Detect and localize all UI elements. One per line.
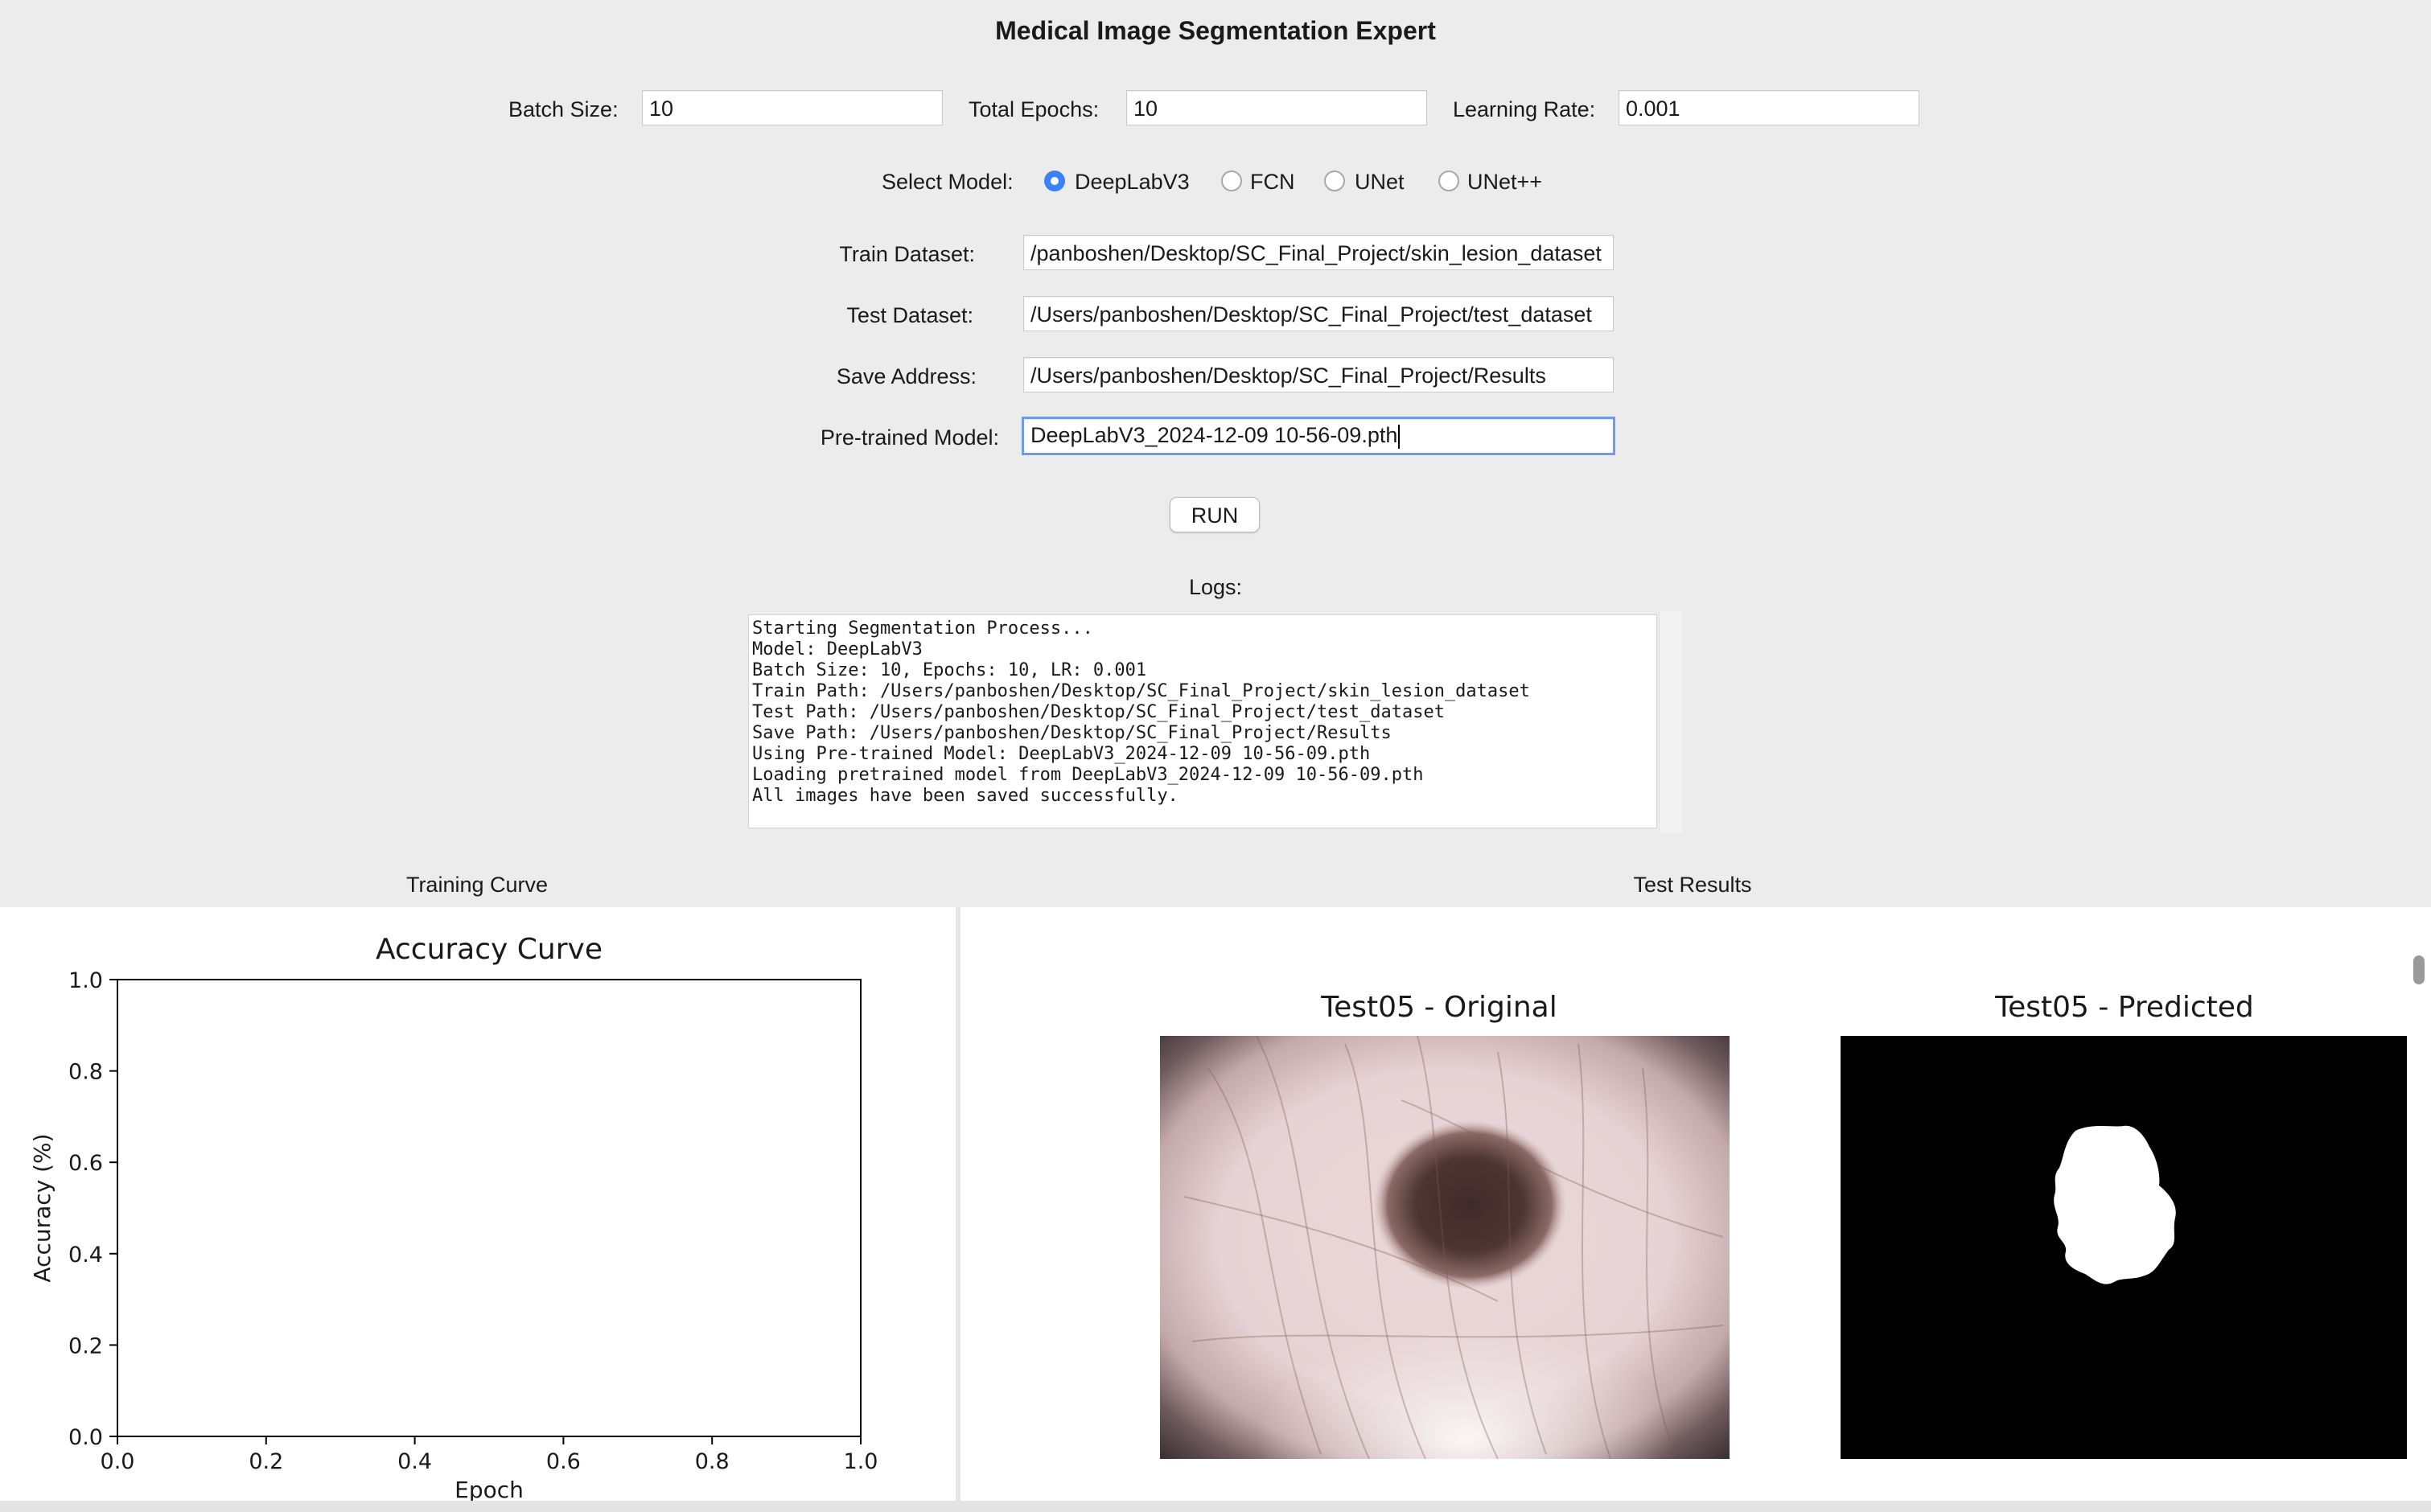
radio-fcn-label[interactable]: FCN [1250, 167, 1295, 196]
log-line: Batch Size: 10, Epochs: 10, LR: 0.001 [752, 660, 1147, 680]
predicted-mask-image [1841, 1036, 2407, 1459]
log-line: Test Path: /Users/panboshen/Desktop/SC_F… [752, 702, 1445, 722]
plot-area [117, 979, 862, 1437]
test-results-label: Test Results [1633, 873, 1752, 897]
log-line: Model: DeepLabV3 [752, 639, 923, 659]
original-lesion-image [1160, 1036, 1730, 1459]
total-epochs-input[interactable]: 10 [1126, 90, 1427, 125]
y-tick-label: 0.8 [68, 1060, 103, 1085]
log-line: All images have been saved successfully. [752, 786, 1178, 806]
y-axis-label: Accuracy (%) [29, 1133, 56, 1282]
log-line: Train Path: /Users/panboshen/Desktop/SC_… [752, 681, 1530, 701]
pretrained-model-label: Pre-trained Model: [820, 425, 999, 450]
y-tick-label: 0.6 [68, 1151, 103, 1176]
y-tick-label: 0.2 [68, 1333, 103, 1358]
radio-fcn[interactable] [1221, 171, 1242, 191]
x-tick-label: 0.0 [101, 1449, 135, 1474]
y-tick-label: 0.0 [68, 1425, 103, 1450]
batch-size-label: Batch Size: [508, 97, 619, 121]
radio-unetplusplus-label[interactable]: UNet++ [1467, 167, 1542, 196]
log-line: Save Path: /Users/panboshen/Desktop/SC_F… [752, 723, 1392, 743]
pretrained-model-value: DeepLabV3_2024-12-09 10-56-09.pth [1030, 423, 1398, 447]
log-line: Loading pretrained model from DeepLabV3_… [752, 765, 1424, 785]
original-image-title: Test05 - Original [1321, 991, 1557, 1024]
training-curve-label: Training Curve [405, 873, 549, 897]
y-tick-label: 0.4 [68, 1243, 103, 1268]
x-tick-label: 0.2 [249, 1449, 283, 1474]
select-model-label: Select Model: [882, 170, 1014, 194]
test-results-panel: Test05 - Original Test05 - Predicted [960, 907, 2431, 1501]
log-line: Starting Segmentation Process... [752, 618, 1093, 639]
x-axis-label: Epoch [455, 1477, 524, 1501]
test-dataset-input[interactable]: /Users/panboshen/Desktop/SC_Final_Projec… [1023, 296, 1614, 331]
save-address-input[interactable]: /Users/panboshen/Desktop/SC_Final_Projec… [1023, 357, 1614, 392]
radio-unet-label[interactable]: UNet [1355, 167, 1405, 196]
x-tick-label: 0.8 [695, 1449, 730, 1474]
x-tick-label: 1.0 [844, 1449, 878, 1474]
radio-unet[interactable] [1324, 171, 1345, 191]
results-scrollbar[interactable] [2413, 955, 2425, 984]
predicted-image-title: Test05 - Predicted [1995, 991, 2254, 1024]
save-address-label: Save Address: [836, 364, 977, 388]
logs-textbox[interactable]: Starting Segmentation Process... Model: D… [748, 614, 1657, 828]
radio-deeplabv3-label[interactable]: DeepLabV3 [1075, 167, 1190, 196]
x-tick-label: 0.6 [546, 1449, 581, 1474]
bottom-bar [0, 1501, 2431, 1512]
y-tick-label: 1.0 [68, 968, 103, 993]
train-dataset-input[interactable]: /panboshen/Desktop/SC_Final_Project/skin… [1023, 235, 1614, 270]
radio-unetplusplus[interactable] [1438, 171, 1459, 191]
logs-scrollbar[interactable] [1659, 611, 1682, 833]
run-button[interactable]: RUN [1170, 497, 1260, 532]
app-title: Medical Image Segmentation Expert [995, 16, 1436, 45]
text-caret [1398, 424, 1401, 449]
total-epochs-label: Total Epochs: [969, 97, 1100, 121]
learning-rate-label: Learning Rate: [1453, 97, 1596, 121]
x-tick-label: 0.4 [397, 1449, 432, 1474]
logs-label: Logs: [1188, 575, 1243, 599]
pretrained-model-input[interactable]: DeepLabV3_2024-12-09 10-56-09.pth [1022, 417, 1615, 455]
log-line: Using Pre-trained Model: DeepLabV3_2024-… [752, 744, 1371, 764]
learning-rate-input[interactable]: 0.001 [1619, 90, 1919, 125]
train-dataset-label: Train Dataset: [839, 242, 975, 266]
test-dataset-label: Test Dataset: [846, 303, 973, 327]
chart-title: Accuracy Curve [376, 933, 603, 966]
batch-size-input[interactable]: 10 [642, 90, 943, 125]
radio-deeplabv3[interactable] [1044, 171, 1065, 191]
accuracy-chart: Accuracy Curve 0.0 0.2 0.4 0.6 0.8 1.0 0.0 0.2 0… [29, 933, 878, 1503]
training-curve-panel: Accuracy Curve 0.0 0.2 0.4 0.6 0.8 1.0 0.0 0.2 0… [0, 907, 956, 1503]
